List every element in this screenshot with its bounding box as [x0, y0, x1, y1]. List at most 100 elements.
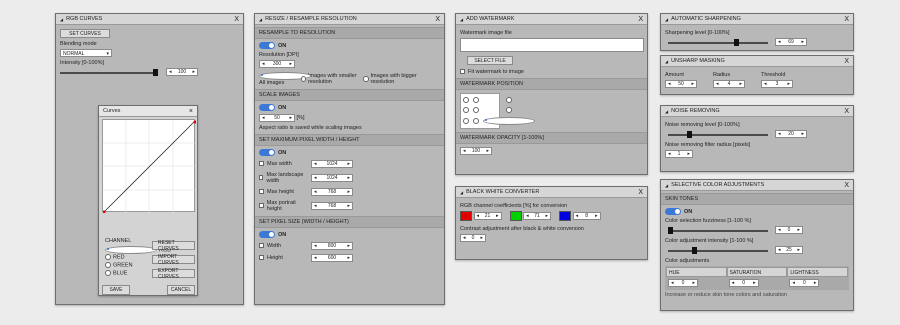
collapse-icon[interactable]: ◢ — [460, 190, 463, 195]
position-radio[interactable] — [473, 118, 479, 124]
save-button[interactable]: SAVE — [102, 285, 130, 295]
opacity-stepper[interactable]: ◂ 100 ▸ — [460, 147, 492, 155]
reset-curves-button[interactable]: RESET CURVES — [152, 240, 195, 252]
skin-toggle[interactable]: ON — [665, 208, 849, 215]
fuzziness-slider[interactable] — [668, 227, 768, 234]
position-radio[interactable] — [463, 118, 469, 124]
max-row: Max portrait height ◂ 768 ▸ — [259, 198, 440, 213]
lightness-stepper[interactable]: ◂ 0 ▸ — [789, 279, 820, 287]
checkbox-icon — [460, 69, 465, 75]
adj-intensity-slider[interactable] — [668, 247, 768, 254]
max-row: Max landscape width ◂ 1024 ▸ — [259, 170, 440, 185]
close-icon[interactable]: X — [844, 108, 849, 115]
panel-title: AUTOMATIC SHARPENING — [671, 16, 741, 22]
max-stepper[interactable]: ◂ 768 ▸ — [311, 187, 353, 196]
export-curves-button[interactable]: EXPORT CURVES — [152, 268, 195, 280]
collapse-icon[interactable]: ◢ — [665, 17, 668, 22]
toggle-switch — [259, 42, 275, 49]
radio-icon — [105, 262, 111, 268]
radio-all-images[interactable]: All images — [259, 72, 311, 86]
collapse-icon[interactable]: ◢ — [460, 17, 463, 22]
close-icon[interactable]: X — [234, 16, 239, 23]
close-icon[interactable]: X — [638, 16, 643, 23]
position-radio[interactable] — [473, 97, 479, 103]
close-icon[interactable]: × — [189, 108, 193, 115]
intensity-slider[interactable] — [60, 69, 158, 76]
size-checkbox[interactable]: Height — [259, 255, 309, 261]
adj-intensity-stepper[interactable]: ◂ 25 ▸ — [775, 246, 803, 254]
position-radio[interactable] — [483, 117, 535, 125]
max-stepper[interactable]: ◂ 768 ▸ — [311, 201, 353, 210]
red-stepper[interactable]: ◂ 21 ▸ — [473, 212, 502, 221]
sharpening-slider[interactable] — [668, 39, 768, 46]
blue-stepper[interactable]: ◂ 8 ▸ — [572, 212, 601, 221]
close-icon[interactable]: X — [638, 189, 643, 196]
collapse-icon[interactable]: ◢ — [259, 17, 262, 22]
fit-watermark-checkbox[interactable]: Fit watermark to image — [460, 69, 643, 75]
blending-mode-select[interactable]: NORMAL ▾ — [60, 49, 112, 57]
radio-bigger-res[interactable]: Images with bigger resolution — [363, 73, 433, 85]
noise-radius-stepper[interactable]: ◂ 1 ▸ — [665, 150, 693, 158]
scale-stepper[interactable]: ◂ 50 ▸ — [259, 114, 295, 122]
collapse-icon[interactable]: ◢ — [665, 109, 668, 114]
increment-icon: ▸ — [192, 69, 195, 75]
position-radio[interactable] — [473, 107, 479, 113]
scale-toggle[interactable]: ON — [259, 104, 440, 111]
max-toggle[interactable]: ON — [259, 149, 440, 156]
green-stepper[interactable]: ◂ 71 ▸ — [523, 212, 552, 221]
position-radio[interactable] — [463, 107, 469, 113]
curves-graph[interactable] — [102, 119, 197, 214]
intensity-label: Intensity [0-100%] — [60, 60, 105, 66]
increment-icon: ▸ — [480, 235, 483, 241]
resolution-stepper[interactable]: ◂ 300 ▸ — [259, 60, 295, 68]
section-opacity: WATERMARK OPACITY [1-100%] — [456, 132, 647, 144]
position-radio[interactable] — [506, 107, 512, 113]
saturation-stepper[interactable]: ◂ 0 ▸ — [728, 279, 759, 287]
collapse-icon[interactable]: ◢ — [665, 59, 668, 64]
size-checkbox[interactable]: Width — [259, 243, 309, 249]
collapse-icon[interactable]: ◢ — [60, 17, 63, 22]
noise-level-stepper[interactable]: ◂ 20 ▸ — [775, 130, 807, 138]
panel-title: SELECTIVE COLOR ADJUSTMENTS — [671, 182, 765, 188]
contrast-stepper[interactable]: ◂ 0 ▸ — [460, 234, 486, 242]
max-checkbox[interactable]: Max width — [259, 161, 309, 167]
size-toggle[interactable]: ON — [259, 231, 440, 238]
slider-knob[interactable] — [668, 227, 673, 234]
size-stepper[interactable]: ◂ 800 ▸ — [311, 241, 353, 250]
import-curves-button[interactable]: IMPORT CURVES — [152, 254, 195, 266]
position-radio[interactable] — [506, 97, 512, 103]
slider-knob[interactable] — [691, 247, 697, 254]
collapse-icon[interactable]: ◢ — [665, 183, 668, 188]
max-checkbox[interactable]: Max portrait height — [259, 200, 309, 212]
radius-stepper[interactable]: ◂ 4 ▸ — [713, 80, 745, 88]
cancel-button[interactable]: CANCEL — [167, 285, 195, 295]
close-icon[interactable]: X — [844, 182, 849, 189]
position-radio[interactable] — [463, 97, 469, 103]
max-stepper[interactable]: ◂ 1024 ▸ — [311, 173, 353, 182]
select-file-button[interactable]: SELECT FILE — [467, 56, 513, 65]
fuzziness-label: Color selection fuzziness [1-100 %] — [665, 218, 751, 224]
max-checkbox[interactable]: Max landscape width — [259, 172, 309, 184]
close-icon[interactable]: X — [435, 16, 440, 23]
resample-toggle[interactable]: ON — [259, 42, 440, 49]
threshold-stepper[interactable]: ◂ 3 ▸ — [761, 80, 793, 88]
close-icon[interactable]: X — [844, 16, 849, 23]
toggle-switch — [665, 208, 681, 215]
panel-title: ADD WATERMARK — [466, 16, 515, 22]
max-stepper[interactable]: ◂ 1024 ▸ — [311, 159, 353, 168]
watermark-file-input[interactable] — [460, 38, 644, 52]
set-curves-button[interactable]: SET CURVES — [60, 29, 110, 38]
size-stepper[interactable]: ◂ 600 ▸ — [311, 253, 353, 262]
max-checkbox[interactable]: Max height — [259, 189, 309, 195]
intensity-stepper[interactable]: ◂ 100 ▸ — [166, 68, 198, 76]
slider-knob[interactable] — [733, 39, 739, 46]
slider-knob[interactable] — [153, 69, 158, 76]
slider-knob[interactable] — [687, 131, 692, 138]
close-icon[interactable]: X — [844, 58, 849, 65]
fuzziness-stepper[interactable]: ◂ 0 ▸ — [775, 226, 803, 234]
noise-slider[interactable] — [668, 131, 768, 138]
hue-stepper[interactable]: ◂ 0 ▸ — [668, 279, 698, 287]
increment-icon: ▸ — [347, 174, 350, 181]
amount-stepper[interactable]: ◂ 50 ▸ — [665, 80, 697, 88]
sharpening-stepper[interactable]: ◂ 69 ▸ — [775, 38, 807, 46]
